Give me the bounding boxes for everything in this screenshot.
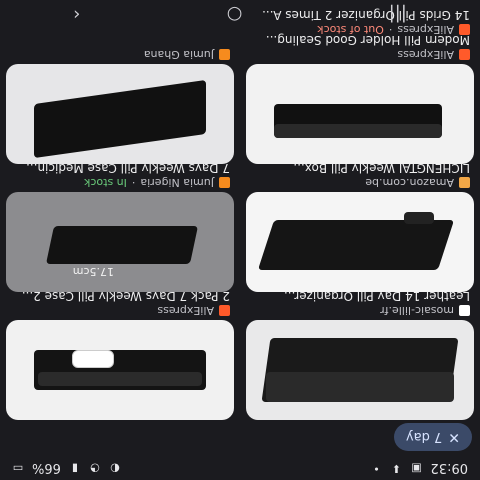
result-image[interactable] <box>6 320 234 420</box>
status-bar: 09:32 ▣ ⬇ • ◐ ◔ ▮ 66% ▭ <box>0 456 480 480</box>
download-icon: ⬇ <box>391 462 402 475</box>
home-button[interactable]: ○ <box>227 5 243 26</box>
result-meta: Amazon.com.be LICHENGTAI Weekly Pill Box… <box>250 161 470 189</box>
site-favicon-icon <box>219 49 230 60</box>
result-card[interactable]: mosaic-lille.fr Leather 14 Day Pill Orga… <box>246 289 474 420</box>
site-favicon-icon <box>219 177 230 188</box>
battery-icon: ▭ <box>12 462 24 475</box>
result-image[interactable] <box>246 64 474 164</box>
result-source: Amazon.com.be <box>365 176 454 189</box>
battery-percent: 66% <box>32 460 61 476</box>
result-card[interactable]: Jumia Ghana <box>6 44 234 164</box>
site-favicon-icon <box>219 305 230 316</box>
clock: 09:32 <box>430 460 468 476</box>
mute-icon: ◐ <box>110 462 120 475</box>
result-card[interactable]: AliExpress Modern Pill Holder Good Seali… <box>246 33 474 164</box>
screen: 09:32 ▣ ⬇ • ◐ ◔ ▮ 66% ▭ ✕ 7 day mosaic-l… <box>0 0 480 480</box>
result-meta: Jumia Ghana <box>10 46 230 61</box>
site-favicon-icon <box>459 49 470 60</box>
result-meta: Jumia Nigeria · In stock 7 Days Weekly P… <box>10 161 230 189</box>
notification-dot-icon: • <box>373 462 380 475</box>
recents-button[interactable]: ||| <box>389 5 407 26</box>
wifi-icon: ◔ <box>90 462 100 475</box>
filter-chip-7-day[interactable]: ✕ 7 day <box>393 423 472 451</box>
filter-chip-label: 7 day <box>405 429 443 445</box>
result-source: mosaic-lille.fr <box>380 304 454 317</box>
result-meta: AliExpress Modern Pill Holder Good Seali… <box>250 33 470 61</box>
result-source: AliExpress <box>397 48 454 61</box>
dimension-label: 17.5cm <box>72 265 114 278</box>
result-image[interactable] <box>246 320 474 420</box>
result-image[interactable] <box>246 192 474 292</box>
system-navigation-bar: ||| ○ ‹ <box>0 0 480 30</box>
result-image[interactable]: 17.5cm <box>6 192 234 292</box>
site-favicon-icon <box>459 177 470 188</box>
filter-bar: ✕ 7 day <box>393 420 472 454</box>
result-source: Jumia Ghana <box>143 48 214 61</box>
site-favicon-icon <box>459 305 470 316</box>
stock-status: In stock <box>84 176 127 189</box>
image-results-grid: mosaic-lille.fr Leather 14 Day Pill Orga… <box>6 8 474 420</box>
result-image[interactable] <box>6 64 234 164</box>
notification-icon: ▣ <box>411 462 422 475</box>
result-card[interactable]: 17.5cm Jumia Nigeria · In stock 7 Days W… <box>6 161 234 292</box>
result-card[interactable]: Amazon.com.be LICHENGTAI Weekly Pill Box… <box>246 161 474 292</box>
result-source: AliExpress <box>157 304 214 317</box>
result-source: Jumia Nigeria <box>140 176 214 189</box>
result-card[interactable]: AliExpress 2 Pack 7 Days Weekly Pill Cas… <box>6 289 234 420</box>
result-meta: AliExpress 2 Pack 7 Days Weekly Pill Cas… <box>10 289 230 317</box>
result-meta: mosaic-lille.fr Leather 14 Day Pill Orga… <box>250 289 470 317</box>
back-button[interactable]: ‹ <box>73 5 80 26</box>
close-icon[interactable]: ✕ <box>448 429 460 445</box>
signal-icon: ▮ <box>71 462 78 475</box>
